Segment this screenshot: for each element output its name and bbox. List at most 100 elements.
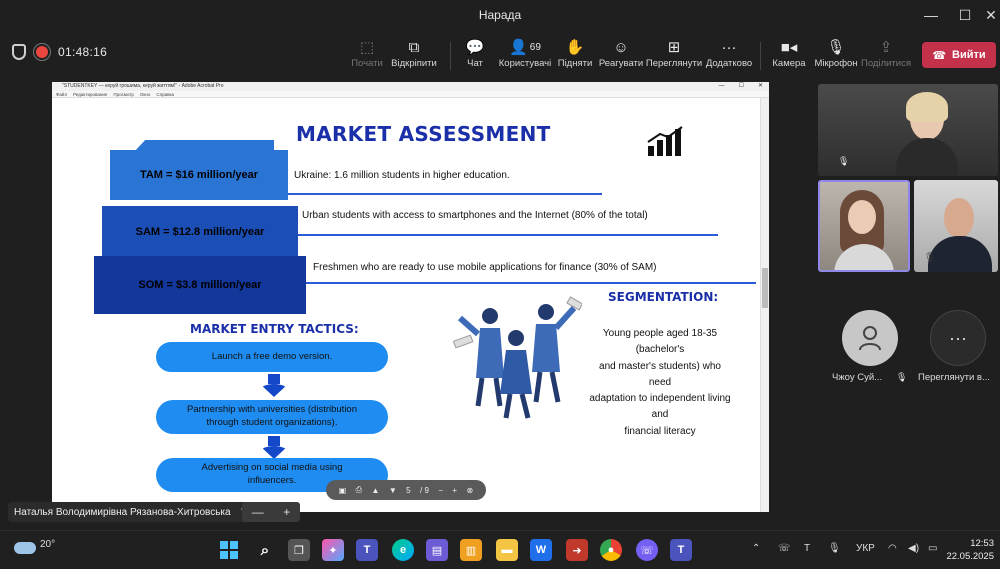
save-icon: ▣ <box>338 485 347 495</box>
meeting-status: 01:48:16 <box>12 44 107 60</box>
chat-label: Чат <box>467 58 483 69</box>
window-title: Нарада <box>478 8 522 22</box>
avatar[interactable] <box>842 310 898 366</box>
clock-date: 22.05.2025 <box>946 551 994 562</box>
chat-icon: 💬 <box>465 39 485 56</box>
edge-icon[interactable]: e <box>392 539 414 561</box>
start-icon[interactable] <box>218 539 240 561</box>
tactic-text: Launch a free demo version. <box>211 350 333 362</box>
hair <box>906 92 948 122</box>
sam-label: SAM = $12.8 million/year <box>135 226 265 238</box>
webex-icon[interactable]: W <box>530 539 552 561</box>
view-button[interactable]: ⊞ Переглянути <box>644 36 704 78</box>
teams-icon[interactable]: T <box>670 539 692 561</box>
segmentation-line: financial literacy <box>624 425 696 437</box>
react-button[interactable]: ☺ Реагувати <box>591 36 651 78</box>
app-icon[interactable]: ▥ <box>460 539 482 561</box>
sam-block: SAM = $12.8 million/year <box>102 206 298 258</box>
torso <box>896 138 958 176</box>
tam-underline <box>288 193 602 195</box>
folder-icon[interactable]: ▬ <box>496 539 518 561</box>
system-clock[interactable]: 12:53 22.05.2025 <box>944 537 994 563</box>
unpin-button[interactable]: ⧉ Відкріпити <box>384 36 444 78</box>
close-icon[interactable]: ✕ <box>974 0 1000 30</box>
tam-label: TAM = $16 million/year <box>139 169 259 181</box>
tactic-pill: Partnership with universities (distribut… <box>156 400 388 434</box>
windows-taskbar: 20° ⌕ ❐ ✦ T e ▤ ▥ ▬ W ➜ ● ☏ T ⌃ ☏ T 🎙 УК… <box>0 530 1000 569</box>
shared-screen: "STUDENTKEY — керуй грошима, керуй життя… <box>52 82 769 512</box>
more-icon: ··· <box>721 38 737 56</box>
shield-icon <box>12 44 26 60</box>
more-participants-button[interactable]: ··· <box>930 310 986 366</box>
som-underline <box>306 282 756 284</box>
meeting-toolbar: 01:48:16 ⬚ Почати ⧉ Відкріпити 💬 Чат 👤 69… <box>0 30 1000 82</box>
participant-video[interactable]: 🎙 <box>818 84 998 176</box>
zoom-out-icon[interactable]: — <box>252 505 264 519</box>
share-label: Поділитися <box>861 58 911 69</box>
print-icon: ⎙ <box>355 485 363 494</box>
recording-icon <box>36 46 48 58</box>
meeting-timer: 01:48:16 <box>58 45 108 59</box>
grid-icon: ⊞ <box>667 39 681 56</box>
zoom-in-icon[interactable]: + <box>283 505 290 519</box>
segmentation-title: SEGMENTATION: <box>608 290 719 304</box>
minimize-icon[interactable]: — <box>914 0 948 30</box>
segmentation-line: adaptation to independent living <box>589 393 731 405</box>
acrobat-scrollbar <box>760 98 769 512</box>
share-button[interactable]: ⇪ Поділитися <box>856 36 916 78</box>
menu-edit: Редактирование <box>73 92 108 97</box>
chevron-up-icon[interactable]: ⌃ <box>752 543 760 554</box>
participant-name: Чжоу Суй... <box>832 372 883 383</box>
more-button[interactable]: ··· Додатково <box>699 36 759 78</box>
present-icon: ⬚ <box>359 39 375 56</box>
acrobat-window-controls: — ☐ ✕ <box>719 82 763 91</box>
viber-icon[interactable]: ☏ <box>636 539 658 561</box>
acrobat-title: "STUDENTKEY — керуй грошима, керуй життя… <box>62 83 224 89</box>
tactic-pill: Launch a free demo version. <box>156 342 388 372</box>
popout-icon: ⧉ <box>408 38 420 56</box>
segmentation-line: and <box>651 409 669 421</box>
presentation-slide: MARKET ASSESSMENT TAM = $16 million/year… <box>52 98 760 512</box>
mic-icon[interactable]: 🎙 <box>828 543 841 554</box>
start-label: Почати <box>351 58 383 69</box>
viber-tray-icon[interactable]: ☏ <box>778 543 791 554</box>
smile-icon: ☺ <box>613 38 629 56</box>
camera-icon: ■◂ <box>780 39 798 56</box>
task-view-icon[interactable]: ❐ <box>288 539 310 561</box>
clock-time: 12:53 <box>970 538 994 549</box>
chrome-icon[interactable]: ● <box>600 539 622 561</box>
battery-icon[interactable]: ▭ <box>928 543 937 554</box>
participant-video[interactable] <box>818 180 910 272</box>
wifi-icon[interactable]: ◠ <box>888 543 897 554</box>
leave-label: Вийти <box>952 49 986 61</box>
unpin-label: Відкріпити <box>391 58 437 69</box>
teams-tray-icon[interactable]: T <box>804 543 810 554</box>
teams-icon[interactable]: T <box>356 539 378 561</box>
shared-screen-area: "STUDENTKEY — керуй грошима, керуй життя… <box>0 82 812 530</box>
participant-video[interactable]: 🎙 <box>914 180 998 272</box>
mic-muted-icon: 🎙 <box>826 39 846 56</box>
slide-title: MARKET ASSESSMENT <box>296 122 551 146</box>
search-icon[interactable]: ⌕ <box>254 539 276 561</box>
leave-button[interactable]: ☎ Вийти <box>922 42 996 68</box>
share-icon: ⇪ <box>879 39 893 56</box>
participants-panel: 🎙 🎙 Чжоу Суй... 🎙 ··· Переглянути в... <box>812 82 1000 530</box>
acrobat-title-bar: "STUDENTKEY — керуй грошима, керуй життя… <box>52 82 769 91</box>
segmentation-line: need <box>648 376 672 388</box>
language-indicator[interactable]: УКР <box>856 543 875 554</box>
weather-widget[interactable]: 20° <box>14 538 55 554</box>
segmentation-line: Young people aged 18-35 <box>602 328 718 339</box>
volume-icon[interactable]: ◀) <box>908 543 919 554</box>
menu-help: Справка <box>156 92 175 97</box>
copilot-icon[interactable]: ✦ <box>322 539 344 561</box>
pdf-floating-toolbar: ▣ ⎙ ▲ ▼ 5 / 9 − + ⊗ <box>326 480 486 500</box>
react-label: Реагувати <box>598 58 644 69</box>
students-illustration <box>452 296 582 419</box>
store-icon[interactable]: ▤ <box>426 539 448 561</box>
som-description: Freshmen who are ready to use mobile app… <box>313 262 657 273</box>
more-icon: ··· <box>949 327 967 348</box>
menu-file: Файл <box>56 92 68 97</box>
view-all-label[interactable]: Переглянути в... <box>918 372 990 383</box>
som-label: SOM = $3.8 million/year <box>138 279 262 291</box>
acrobat-icon[interactable]: ➜ <box>566 539 588 561</box>
